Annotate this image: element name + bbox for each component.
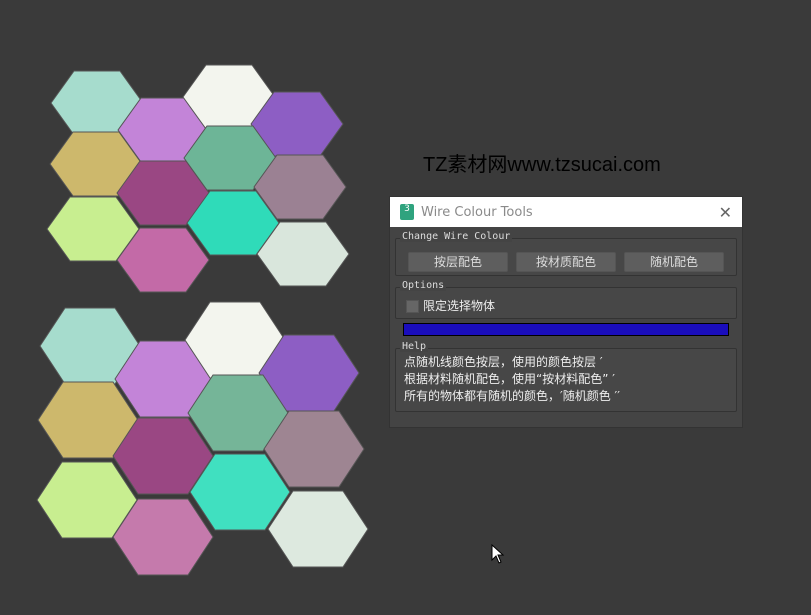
watermark: TZ素材网www.tzsucai.com xyxy=(423,154,661,176)
checkbox-label: 限定选择物体 xyxy=(423,299,496,313)
by-layer-button[interactable]: 按层配色 xyxy=(408,252,508,272)
group-label: Help xyxy=(400,341,429,352)
title-bar[interactable]: 3 Wire Colour Tools ✕ xyxy=(390,197,742,227)
app-icon: 3 xyxy=(400,204,414,220)
random-colour-button[interactable]: 随机配色 xyxy=(624,252,724,272)
group-label: Options xyxy=(400,280,447,291)
wire-colour-tools-dialog: 3 Wire Colour Tools ✕ Change Wire Colour… xyxy=(389,196,743,428)
progress-fill xyxy=(404,324,728,335)
dialog-title: Wire Colour Tools xyxy=(421,204,533,220)
change-wire-colour-group: Change Wire Colour 按层配色 按材质配色 随机配色 xyxy=(395,231,737,276)
help-line: 点随机线颜色按层，使用的颜色按层 ′ xyxy=(404,355,603,369)
close-icon[interactable]: ✕ xyxy=(719,203,732,222)
help-line: 根据材料随机配色，使用“按材料配色” ′ xyxy=(404,372,615,386)
by-material-button[interactable]: 按材质配色 xyxy=(516,252,616,272)
help-group: Help 点随机线颜色按层，使用的颜色按层 ′ 根据材料随机配色，使用“按材料配… xyxy=(395,341,737,412)
mouse-cursor-icon xyxy=(491,544,505,564)
options-group: Options 限定选择物体 xyxy=(395,280,737,319)
progress-bar xyxy=(403,323,729,336)
help-line: 所有的物体都有随机的颜色，′随机颜色 ′′ xyxy=(404,389,620,403)
group-label: Change Wire Colour xyxy=(400,231,513,242)
limit-selection-checkbox[interactable] xyxy=(406,300,419,313)
